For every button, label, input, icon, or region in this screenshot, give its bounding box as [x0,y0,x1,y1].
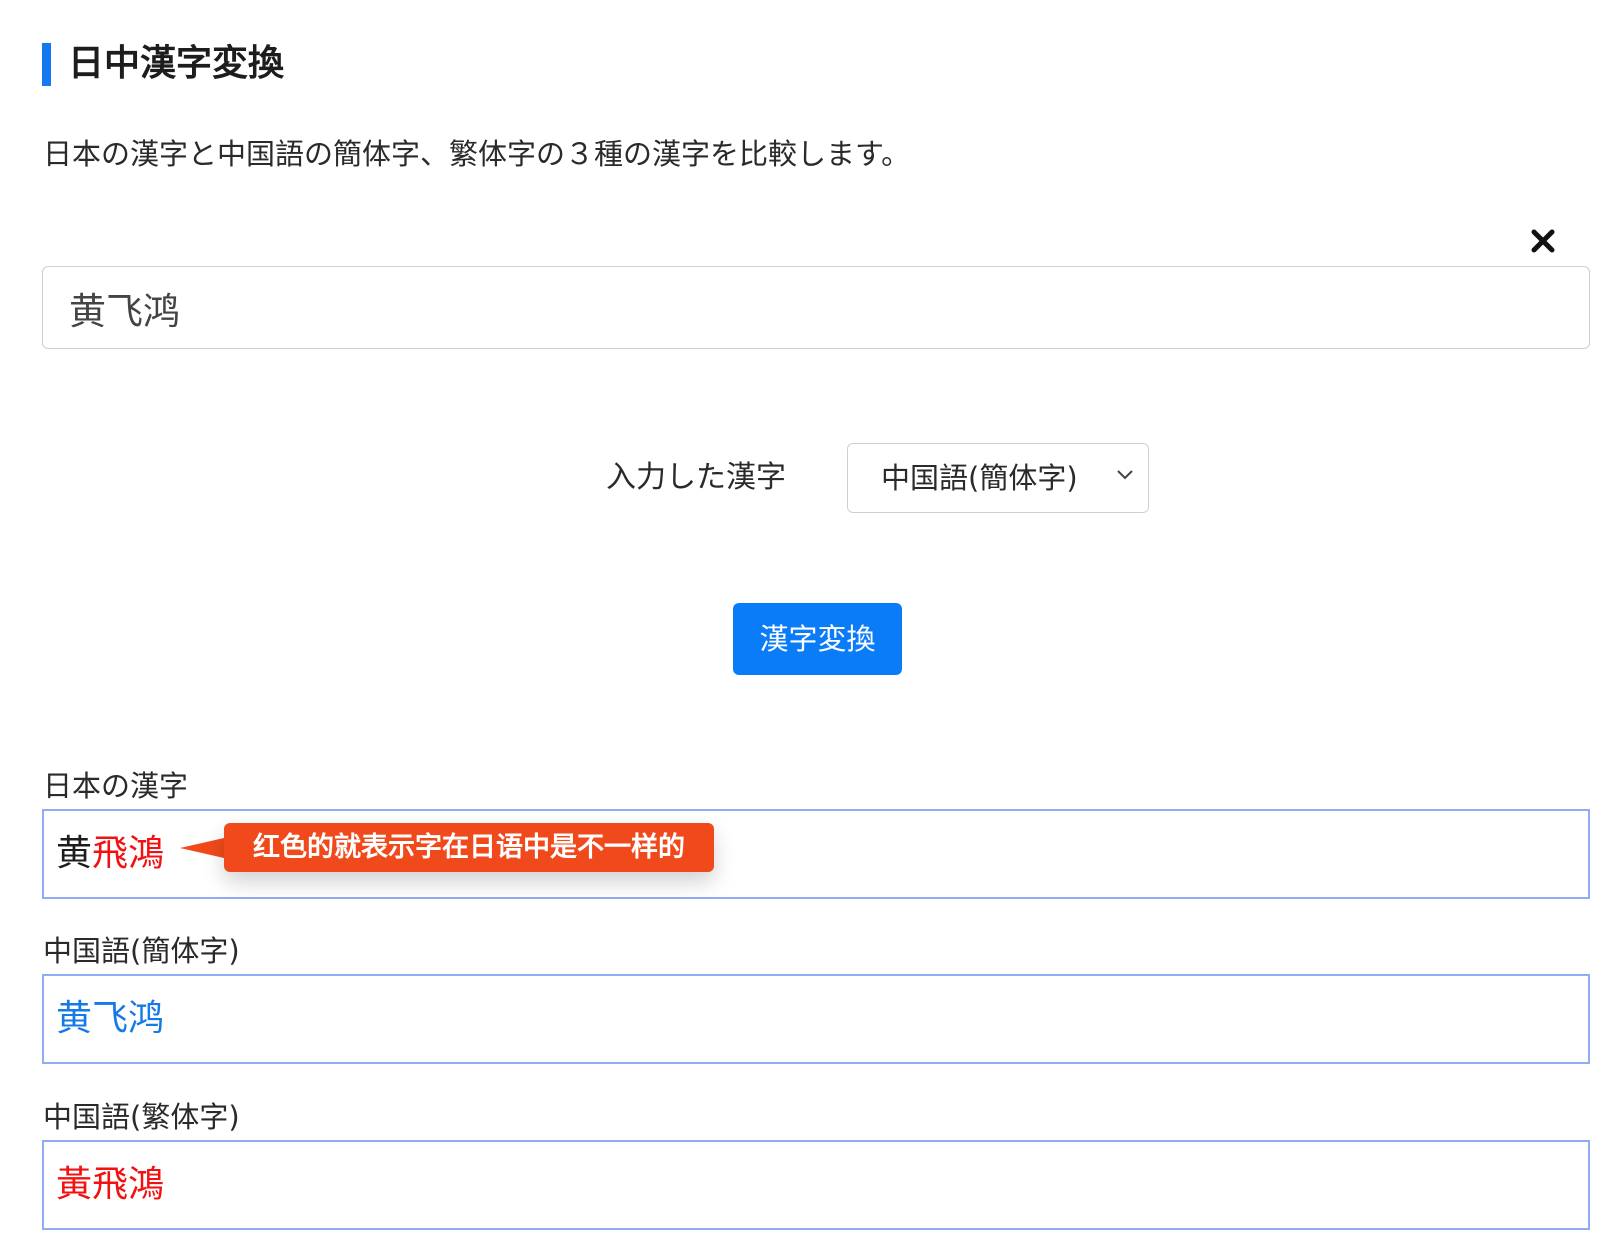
simplified-chinese-text: 黄飞鸿 [56,998,165,1039]
simplified-chinese-result: 黄飞鸿 [42,974,1590,1064]
japanese-kanji-label: 日本の漢字 [43,769,189,803]
close-icon [1531,229,1555,253]
input-type-label: 入力した漢字 [606,460,786,495]
simplified-chinese-label: 中国語(簡体字) [43,934,240,968]
traditional-chinese-label: 中国語(繁体字) [43,1100,240,1134]
page-description: 日本の漢字と中国語の簡体字、繁体字の３種の漢字を比較します。 [43,137,911,171]
japanese-kanji-text: 黄飛鴻 [56,830,164,878]
kanji-input[interactable] [42,266,1590,349]
chevron-down-icon [1117,470,1133,480]
title-accent-bar [42,43,51,86]
japanese-kanji-char-different: 飛 [92,833,129,874]
japanese-kanji-char-different: 鴻 [128,833,165,874]
input-type-selected-value: 中国語(簡体字) [881,461,1078,495]
input-type-select[interactable]: 中国語(簡体字) [847,443,1149,513]
page-title: 日中漢字変換 [68,43,285,84]
traditional-chinese-result: 黃飛鴻 [42,1140,1590,1230]
callout-arrow [180,838,224,858]
convert-button[interactable]: 漢字変換 [733,603,902,675]
annotation-callout: 红色的就表示字在日语中是不一样的 [180,823,714,873]
traditional-chinese-text: 黃飛鴻 [56,1164,165,1205]
clear-input-button[interactable] [1522,220,1564,262]
annotation-text: 红色的就表示字在日语中是不一样的 [224,823,714,872]
japanese-kanji-char-same: 黄 [56,833,93,874]
